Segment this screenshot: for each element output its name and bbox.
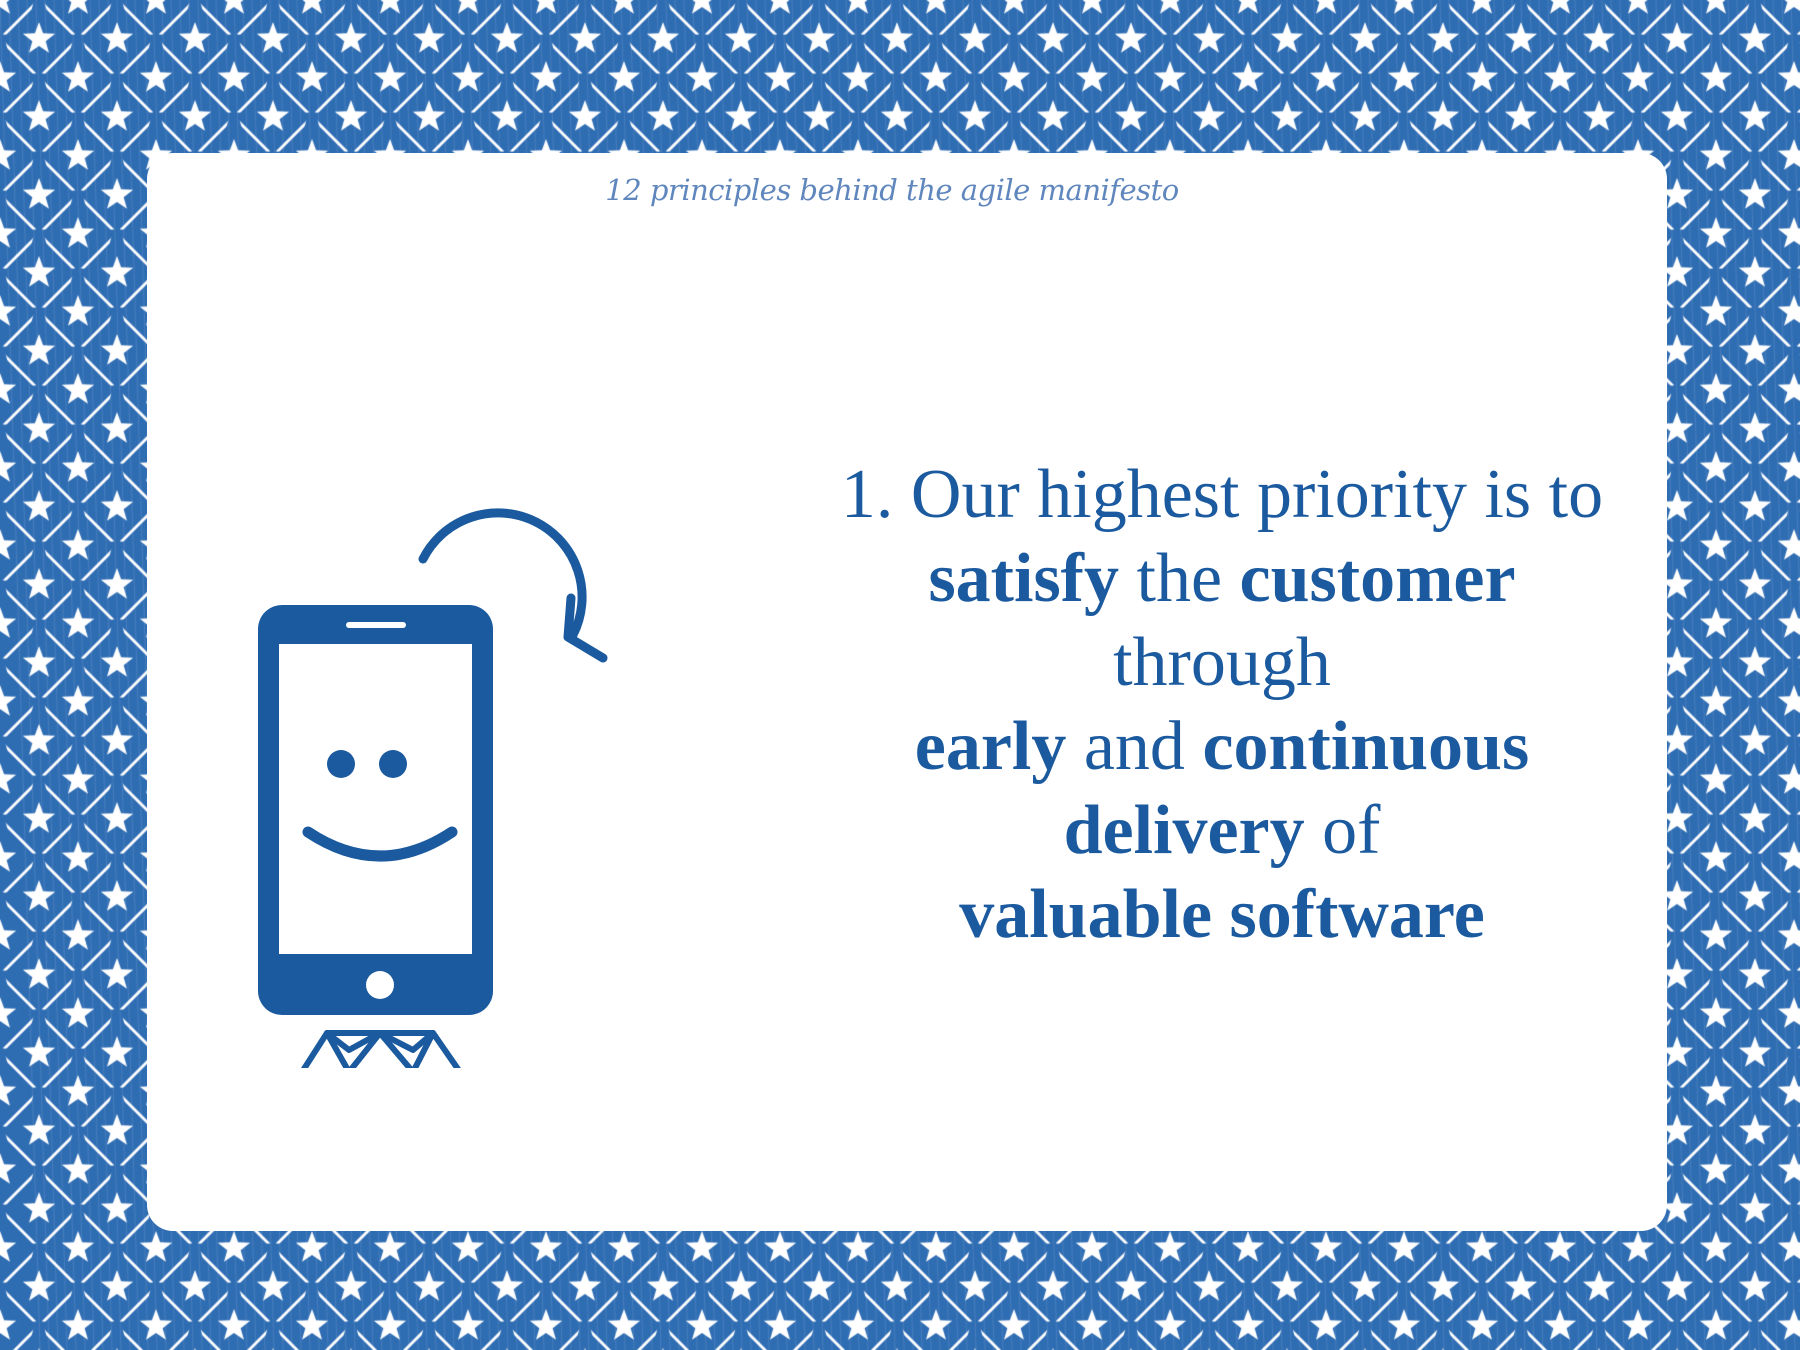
principle-emphasis: satisfy [928,540,1119,617]
principle-text-segment: 1. Our highest priority is to [840,456,1604,533]
phone-eye-right [379,750,407,778]
principle-line: delivery of [707,789,1737,873]
principle-statement: 1. Our highest priority is to satisfy the… [707,453,1737,957]
principle-emphasis: continuous [1202,708,1530,785]
principle-emphasis: customer [1239,540,1516,617]
principle-line: 1. Our highest priority is to [707,453,1737,537]
principle-text-segment: and [1066,708,1203,785]
phone-eye-left [327,750,355,778]
principle-card: 12 principles behind the agile manifesto [147,153,1667,1231]
principle-emphasis: delivery [1063,792,1305,869]
principle-line: satisfy the customer [707,537,1737,621]
diamond-icon [301,1030,461,1068]
smiling-phone-illustration [258,508,608,1068]
principle-line: early and continuous [707,705,1737,789]
principle-text-segment: through [1113,624,1331,701]
principle-line: valuable software [707,873,1737,957]
principle-text-segment: the [1119,540,1240,617]
principle-emphasis: valuable software [959,876,1485,953]
smiling-phone-icon [258,605,493,1015]
slide-kicker: 12 principles behind the agile manifesto [605,173,1179,207]
principle-text-segment: of [1304,792,1381,869]
principle-line: through [707,621,1737,705]
principle-emphasis: early [914,708,1067,785]
